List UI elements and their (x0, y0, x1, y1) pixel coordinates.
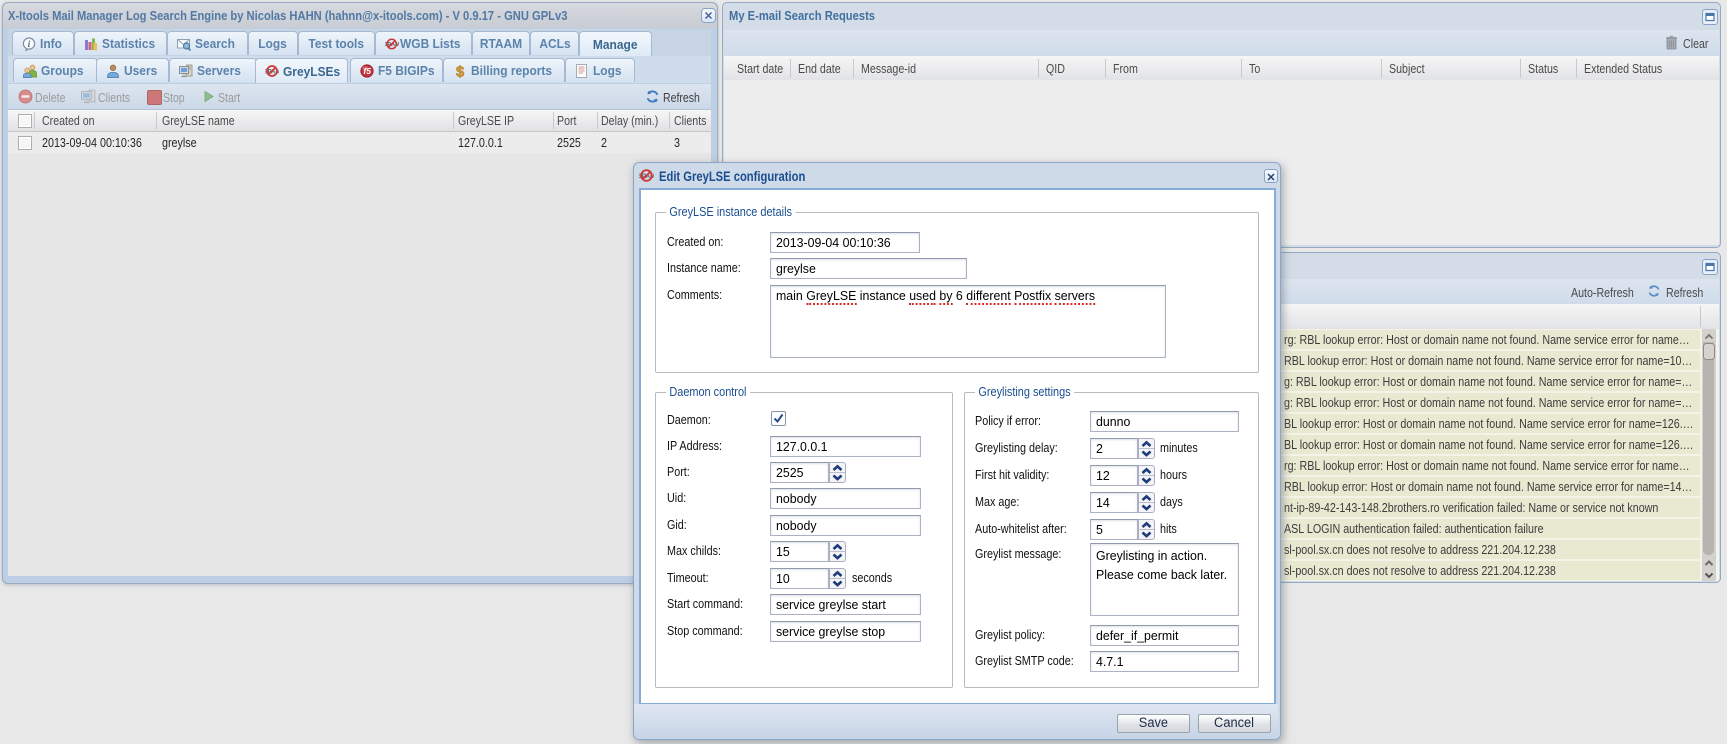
svg-text:$: $ (456, 64, 465, 78)
svg-text:f5: f5 (363, 66, 371, 76)
svg-text:i: i (28, 39, 31, 49)
